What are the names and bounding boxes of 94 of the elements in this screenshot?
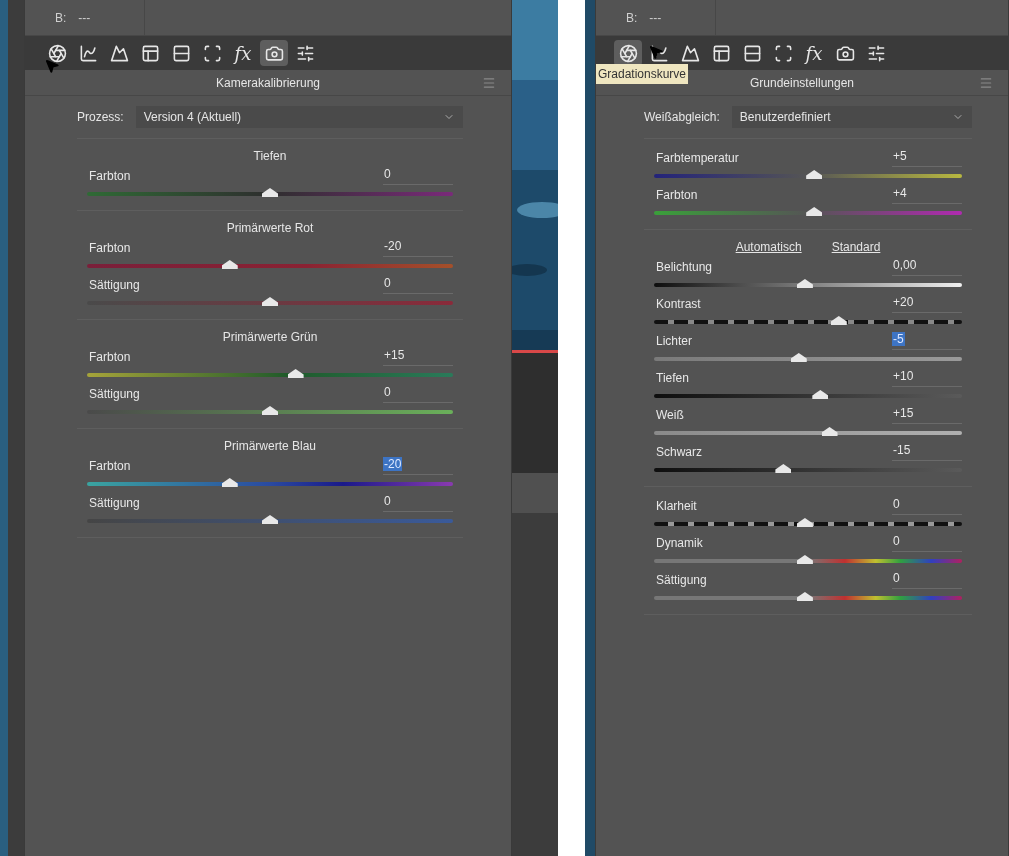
slider-thumb[interactable] — [262, 406, 278, 415]
value-field[interactable]: 0 — [892, 569, 962, 589]
slider-thumb[interactable] — [796, 279, 813, 288]
slider-label: Tiefen — [655, 370, 689, 387]
effects-tab[interactable]: fx — [800, 40, 828, 66]
value-field[interactable]: +15 — [383, 346, 453, 366]
slider-thumb[interactable] — [221, 260, 238, 269]
slider-thumb[interactable] — [221, 478, 238, 487]
slider-label: Farbton — [88, 349, 131, 366]
value-field[interactable]: 0 — [383, 274, 453, 294]
value-field[interactable]: -5 — [892, 330, 962, 350]
slider-thumb[interactable] — [806, 170, 823, 179]
slider-thumb[interactable] — [830, 316, 847, 325]
section-heading: Primärwerte Rot — [226, 220, 314, 237]
value-text: +5 — [892, 149, 908, 163]
cursor-icon — [648, 44, 664, 60]
channel-value: --- — [78, 9, 91, 27]
value-field[interactable]: -15 — [892, 441, 962, 461]
link[interactable]: Standard — [831, 238, 881, 256]
slider-label: Schwarz — [655, 444, 702, 461]
value-field[interactable]: 0,00 — [892, 256, 962, 276]
value-field[interactable]: -20 — [383, 455, 453, 475]
slider-label: Farbton — [88, 168, 131, 185]
slider-thumb[interactable] — [790, 353, 807, 362]
section-heading: Primärwerte Blau — [224, 438, 316, 455]
value-text: -15 — [892, 443, 912, 457]
slider-thumb[interactable] — [775, 464, 792, 473]
panel-title: Grundeinstellungen — [749, 74, 855, 92]
value-field[interactable]: +10 — [892, 367, 962, 387]
slider-thumb[interactable] — [262, 297, 278, 306]
slider-label: Farbton — [655, 187, 698, 204]
value-field[interactable]: 0 — [383, 492, 453, 512]
slider-thumb[interactable] — [796, 555, 813, 564]
value-text: 0 — [892, 497, 901, 511]
value-text: +15 — [892, 406, 915, 420]
channel-value: --- — [649, 9, 662, 27]
slider-thumb[interactable] — [262, 515, 278, 524]
value-text: -20 — [383, 239, 403, 253]
slider-thumb[interactable] — [262, 188, 278, 197]
slider-label: Farbton — [88, 458, 131, 475]
channel-label: B: — [626, 9, 638, 27]
value-field[interactable]: 0 — [892, 532, 962, 552]
slider-thumb[interactable] — [821, 427, 838, 436]
value-field[interactable]: +4 — [892, 184, 962, 204]
value-text: +15 — [383, 348, 406, 362]
slider-label: Sättigung — [88, 386, 140, 403]
dropdown-label: Prozess: — [77, 109, 124, 126]
slider-label: Dynamik — [655, 535, 703, 552]
value-field[interactable]: +5 — [892, 147, 962, 167]
value-field[interactable]: -20 — [383, 237, 453, 257]
value-text: 0 — [383, 385, 392, 399]
slider-label: Kontrast — [655, 296, 701, 313]
panel-title: Kamerakalibrierung — [215, 74, 321, 92]
slider-thumb[interactable] — [796, 592, 813, 601]
value-text: +20 — [892, 295, 915, 309]
value-text: -5 — [892, 332, 905, 346]
value-text: 0 — [383, 494, 392, 508]
effects-tab[interactable]: fx — [229, 40, 257, 66]
section-heading: Tiefen — [253, 148, 287, 165]
value-text: +4 — [892, 186, 908, 200]
slider-label: Farbtemperatur — [655, 150, 739, 167]
slider-label: Sättigung — [655, 572, 707, 589]
value-field[interactable]: 0 — [892, 495, 962, 515]
value-text: 0 — [892, 534, 901, 548]
value-field[interactable]: +20 — [892, 293, 962, 313]
link[interactable]: Automatisch — [735, 238, 802, 256]
camera-icon[interactable] — [260, 40, 288, 66]
value-text: 0 — [383, 276, 392, 290]
slider-thumb[interactable] — [812, 390, 829, 399]
slider-label: Belichtung — [655, 259, 713, 276]
cursor-icon — [44, 58, 60, 74]
slider-thumb[interactable] — [287, 369, 304, 378]
slider-label: Sättigung — [88, 277, 140, 294]
tooltip: Gradationskurve — [596, 64, 689, 84]
value-text: 0 — [383, 167, 392, 181]
slider-label: Weiß — [655, 407, 684, 424]
value-field[interactable]: +15 — [892, 404, 962, 424]
value-text: -20 — [383, 457, 403, 471]
slider-label: Sättigung — [88, 495, 140, 512]
channel-label: B: — [55, 9, 67, 27]
value-field[interactable]: 0 — [383, 383, 453, 403]
value-text: 0 — [892, 571, 901, 585]
dropdown[interactable]: Version 4 (Aktuell) — [135, 106, 463, 128]
slider-label: Farbton — [88, 240, 131, 257]
slider-label: Lichter — [655, 333, 693, 350]
slider-label: Klarheit — [655, 498, 697, 515]
value-field[interactable]: 0 — [383, 165, 453, 185]
section-heading: Primärwerte Grün — [222, 329, 318, 346]
slider-thumb[interactable] — [796, 518, 813, 527]
dropdown-label: Weißabgleich: — [644, 109, 720, 126]
value-text: +10 — [892, 369, 915, 383]
slider-thumb[interactable] — [806, 207, 823, 216]
dropdown[interactable]: Benutzerdefiniert — [731, 106, 972, 128]
value-text: 0,00 — [892, 258, 918, 272]
